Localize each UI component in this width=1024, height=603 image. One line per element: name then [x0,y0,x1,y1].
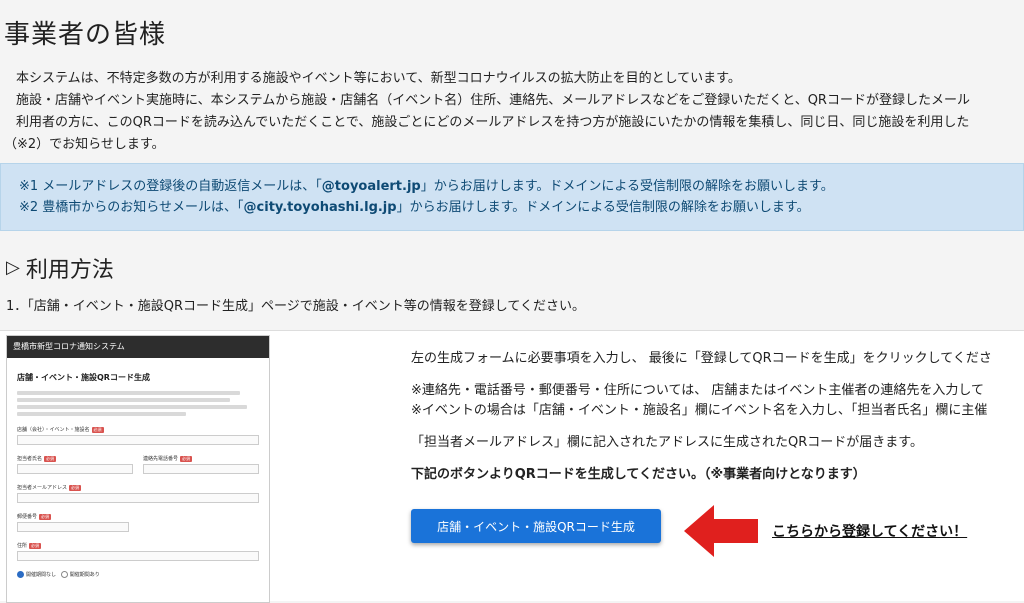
thumbnail-input-person [17,464,133,474]
thumbnail-input-phone [143,464,259,474]
thumbnail-radios: 開催期間なし 開催期間あり [17,571,269,578]
intro-line-3: 利用者の方に、このQRコードを読み込んでいただくことで、施設ごとにどのメールアド… [16,115,970,130]
notice-1-prefix: ※1 メールアドレスの登録後の自動返信メールは、「 [19,179,322,194]
instructions: 左の生成フォームに必要事項を入力し、 最後に「登録してQRコードを生成」をクリッ… [411,349,1024,485]
thumbnail-description [17,391,259,416]
usage-heading-label: 利用方法 [25,258,114,283]
thumbnail-label-email: 担当者メールアドレス 必須 [17,485,82,491]
thumbnail-input-zip [17,522,129,532]
thumbnail-label-zip: 郵便番号 必須 [17,514,52,520]
thumbnail-form-title: 店舗・イベント・施設QRコード生成 [17,373,150,382]
register-here-label: こちらから登録してください！ [772,524,968,540]
thumbnail-label-address: 住所 必須 [17,543,42,549]
thumbnail-label-name: 店舗（会社）・イベント・施設名 必須 [17,427,104,433]
notice-2-suffix: 」からお届けします。ドメインによる受信制限の解除をお願いします。 [396,200,810,215]
generate-qr-button[interactable]: 店舗・イベント・施設QRコード生成 [411,509,661,543]
instruction-line-3: ※イベントの場合は「店舗・イベント・施設名」欄にイベント名を入力し、「担当者氏名… [411,403,988,418]
instruction-line-1: 左の生成フォームに必要事項を入力し、 最後に「登録してQRコードを生成」をクリッ… [411,351,992,366]
form-screenshot-thumbnail: 豊橋市新型コロナ通知システム 店舗・イベント・施設QRコード生成 店舗（会社）・… [6,335,270,603]
notice-2-prefix: ※2 豊橋市からのお知らせメールは、「 [19,200,244,215]
intro-line-1: 本システムは、不特定多数の方が利用する施設やイベント等において、新型コロナウイル… [16,71,741,86]
intro-line-2: 施設・店舗やイベント実施時に、本システムから施設・店舗名（イベント名）住所、連絡… [16,93,970,108]
notice-1-suffix: 」からお届けします。ドメインによる受信制限の解除をお願いします。 [420,179,834,194]
thumbnail-input-email [17,493,259,503]
usage-panel: 豊橋市新型コロナ通知システム 店舗・イベント・施設QRコード生成 店舗（会社）・… [0,330,1024,603]
red-arrow-left-icon [684,505,758,557]
instruction-line-2: ※連絡先・電話番号・郵便番号・住所については、 店舗またはイベント主催者の連絡先… [411,383,984,398]
intro-line-4: （※2）でお知らせします。 [4,137,165,152]
notice-line-1: ※1 メールアドレスの登録後の自動返信メールは、「@toyoalert.jp」か… [19,176,1023,197]
step-1: 1．「店舗・イベント・施設QRコード生成」ページで施設・イベント等の情報を登録し… [6,299,585,314]
usage-heading: ▷ 利用方法 [6,252,114,284]
thumbnail-label-phone: 連絡先電話番号 必須 [143,456,193,462]
thumbnail-input-name [17,435,259,445]
page-title: 事業者の皆様 [4,20,167,50]
notice-line-2: ※2 豊橋市からのお知らせメールは、「@city.toyohashi.lg.jp… [19,197,1023,218]
notice-2-domain: @city.toyohashi.lg.jp [243,200,397,215]
thumbnail-header: 豊橋市新型コロナ通知システム [7,336,269,358]
thumbnail-label-person: 担当者氏名 必須 [17,456,57,462]
domain-notice: ※1 メールアドレスの登録後の自動返信メールは、「@toyoalert.jp」か… [0,163,1024,231]
intro-text: 本システムは、不特定多数の方が利用する施設やイベント等において、新型コロナウイル… [4,68,1024,156]
thumbnail-input-address [17,551,259,561]
triangle-right-icon: ▷ [6,257,20,278]
instruction-line-5: 下記のボタンよりQRコードを生成してください。（※事業者向けとなります） [411,467,866,482]
instruction-line-4: 「担当者メールアドレス」欄に記入されたアドレスに生成されたQRコードが届きます。 [411,435,923,450]
notice-1-domain: @toyoalert.jp [321,179,421,194]
